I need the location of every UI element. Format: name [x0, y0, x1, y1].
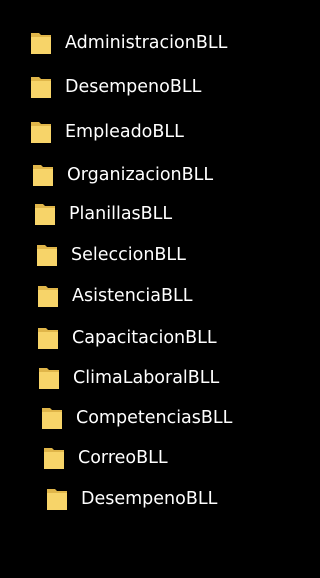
- folder-label: CorreoBLL: [78, 448, 168, 468]
- folder-icon: [46, 487, 68, 511]
- folder-icon: [38, 366, 60, 390]
- folder-label: DesempenoBLL: [65, 77, 202, 97]
- folder-icon: [30, 120, 52, 144]
- folder-icon: [41, 406, 63, 430]
- folder-item[interactable]: CompetenciasBLL: [41, 403, 232, 433]
- folder-item[interactable]: EmpleadoBLL: [30, 117, 184, 147]
- folder-icon: [30, 31, 52, 55]
- folder-item[interactable]: SeleccionBLL: [36, 240, 186, 270]
- folder-item[interactable]: OrganizacionBLL: [32, 160, 213, 190]
- folder-label: CompetenciasBLL: [76, 408, 233, 428]
- folder-label: DesempenoBLL: [81, 489, 218, 509]
- folder-icon: [34, 202, 56, 226]
- folder-item[interactable]: AsistenciaBLL: [37, 281, 193, 311]
- folder-item[interactable]: DesempenoBLL: [30, 72, 201, 102]
- folder-label: OrganizacionBLL: [67, 165, 214, 185]
- folder-item[interactable]: ClimaLaboralBLL: [38, 363, 219, 393]
- folder-label: CapacitacionBLL: [72, 328, 217, 348]
- folder-list: AdministracionBLL DesempenoBLL EmpleadoB…: [0, 0, 280, 578]
- folder-item[interactable]: PlanillasBLL: [34, 199, 172, 229]
- folder-label: SeleccionBLL: [71, 245, 186, 265]
- folder-label: PlanillasBLL: [69, 204, 173, 224]
- folder-label: ClimaLaboralBLL: [73, 368, 220, 388]
- folder-item[interactable]: DesempenoBLL: [46, 484, 217, 514]
- folder-icon: [30, 75, 52, 99]
- folder-icon: [36, 243, 58, 267]
- folder-item[interactable]: CorreoBLL: [43, 443, 168, 473]
- folder-label: AdministracionBLL: [65, 33, 228, 53]
- folder-label: EmpleadoBLL: [65, 122, 184, 142]
- folder-item[interactable]: CapacitacionBLL: [37, 323, 217, 353]
- folder-icon: [43, 446, 65, 470]
- folder-item[interactable]: AdministracionBLL: [30, 28, 227, 58]
- folder-icon: [32, 163, 54, 187]
- folder-icon: [37, 326, 59, 350]
- folder-label: AsistenciaBLL: [72, 286, 193, 306]
- folder-icon: [37, 284, 59, 308]
